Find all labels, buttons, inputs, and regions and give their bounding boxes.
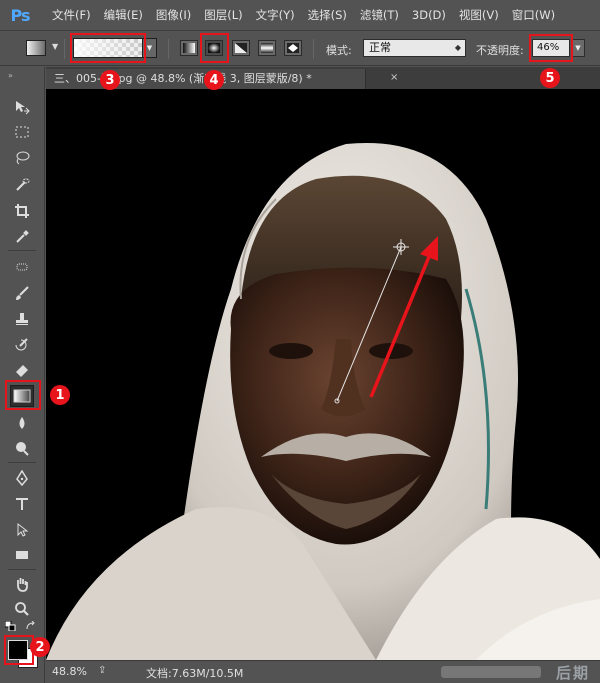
crop-tool[interactable]	[10, 200, 34, 222]
zoom-level[interactable]: 48.8%	[52, 665, 87, 678]
eraser-tool[interactable]	[10, 360, 34, 382]
divider	[8, 250, 36, 251]
highlight-radial-gradient	[200, 33, 229, 63]
type-icon	[16, 498, 28, 510]
blend-mode-select[interactable]: 正常 ◆	[363, 39, 466, 57]
swap-colors-icon[interactable]	[24, 620, 38, 632]
photoshop-logo: Ps	[10, 5, 31, 25]
quick-selection-icon	[16, 178, 30, 191]
document-tab-bar: 三、005-图.jpg @ 48.8% (渐变线 3, 图层蒙版/8) * ×	[46, 67, 600, 89]
annotation-badge-1: 1	[50, 385, 70, 405]
rectangle-shape-icon	[16, 551, 28, 559]
highlight-opacity	[529, 34, 573, 62]
mode-label: 模式:	[326, 44, 352, 57]
angle-gradient-icon	[235, 43, 247, 53]
hand-tool[interactable]	[10, 573, 34, 595]
opacity-label: 不透明度:	[476, 44, 524, 57]
highlight-gradient-tool	[5, 380, 41, 410]
brush-icon	[16, 286, 29, 300]
crop-icon	[15, 204, 29, 218]
menu-view[interactable]: 视图(V)	[459, 7, 499, 23]
export-icon[interactable]: ⇪	[98, 665, 106, 676]
document-canvas[interactable]	[46, 89, 600, 660]
status-bar: 48.8% ⇪ 文档:7.63M/10.5M 后期强	[46, 660, 600, 683]
divider	[8, 569, 36, 570]
opacity-slider-toggle[interactable]: ▼	[571, 39, 585, 57]
dodge-icon	[16, 442, 29, 456]
menu-select[interactable]: 选择(S)	[308, 7, 347, 23]
menu-filter[interactable]: 滤镜(T)	[360, 7, 399, 23]
diamond-gradient-button[interactable]	[284, 40, 302, 56]
close-icon[interactable]: ×	[390, 72, 398, 83]
chevron-down-icon[interactable]: ▼	[52, 42, 58, 51]
move-icon	[16, 101, 30, 115]
highlight-gradient-picker	[70, 33, 146, 63]
blur-tool[interactable]	[10, 412, 34, 434]
reflected-gradient-button[interactable]	[258, 40, 276, 56]
annotation-badge-5: 5	[540, 68, 560, 88]
menu-image[interactable]: 图像(I)	[156, 7, 191, 23]
menu-layer[interactable]: 图层(L)	[204, 7, 242, 23]
linear-gradient-icon	[183, 43, 195, 53]
history-brush-icon	[15, 338, 28, 351]
horizontal-scrollbar[interactable]	[441, 666, 541, 678]
menu-edit[interactable]: 编辑(E)	[104, 7, 143, 23]
reflected-gradient-icon	[261, 43, 273, 53]
history-brush-tool[interactable]	[10, 334, 34, 356]
menu-window[interactable]: 窗口(W)	[512, 7, 555, 23]
menu-3d[interactable]: 3D(D)	[412, 8, 446, 22]
blend-mode-value: 正常	[369, 41, 391, 54]
brush-tool[interactable]	[10, 282, 34, 304]
eraser-icon	[16, 365, 28, 377]
lasso-tool[interactable]	[10, 147, 34, 169]
rectangular-marquee-icon	[15, 126, 29, 138]
watermark-text: 后期强	[556, 664, 591, 682]
marquee-tool[interactable]	[10, 121, 34, 143]
annotation-badge-3: 3	[100, 70, 120, 90]
arrow-cursor-icon	[17, 522, 29, 537]
diamond-gradient-icon	[287, 43, 299, 53]
updown-arrow-icon: ◆	[454, 43, 461, 52]
divider	[8, 462, 36, 463]
clone-stamp-tool[interactable]	[10, 308, 34, 330]
document-size-info[interactable]: 文档:7.63M/10.5M	[146, 665, 243, 681]
portrait-photo	[46, 142, 600, 660]
pen-icon	[16, 470, 28, 486]
path-selection-tool[interactable]	[10, 519, 34, 541]
type-tool[interactable]	[10, 493, 34, 515]
spot-healing-tool[interactable]	[10, 256, 34, 278]
move-tool[interactable]	[10, 96, 34, 118]
magnifier-icon	[15, 602, 29, 616]
panel-collapse-icon[interactable]: »	[8, 71, 13, 80]
pen-tool[interactable]	[10, 467, 34, 489]
linear-gradient-button[interactable]	[180, 40, 198, 56]
quick-selection-tool[interactable]	[10, 174, 34, 196]
rectangle-tool[interactable]	[10, 544, 34, 566]
stamp-icon	[16, 313, 28, 325]
divider	[168, 39, 169, 59]
zoom-tool[interactable]	[10, 598, 34, 620]
bandage-icon	[16, 263, 28, 271]
menu-file[interactable]: 文件(F)	[52, 7, 91, 23]
divider	[313, 39, 314, 59]
tool-preset-picker[interactable]	[26, 40, 46, 56]
lasso-icon	[16, 151, 30, 165]
dodge-tool[interactable]	[10, 438, 34, 460]
menu-type[interactable]: 文字(Y)	[256, 7, 295, 23]
menu-bar: Ps 文件(F) 编辑(E) 图像(I) 图层(L) 文字(Y) 选择(S) 滤…	[0, 0, 600, 30]
annotation-badge-4: 4	[204, 70, 224, 90]
angle-gradient-button[interactable]	[232, 40, 250, 56]
hand-icon	[17, 578, 28, 592]
water-drop-icon	[19, 417, 25, 429]
default-colors-icon[interactable]	[4, 620, 18, 632]
annotation-badge-2: 2	[30, 637, 50, 657]
eyedropper-icon	[16, 230, 29, 243]
divider	[64, 39, 65, 59]
eyedropper-tool[interactable]	[10, 226, 34, 248]
